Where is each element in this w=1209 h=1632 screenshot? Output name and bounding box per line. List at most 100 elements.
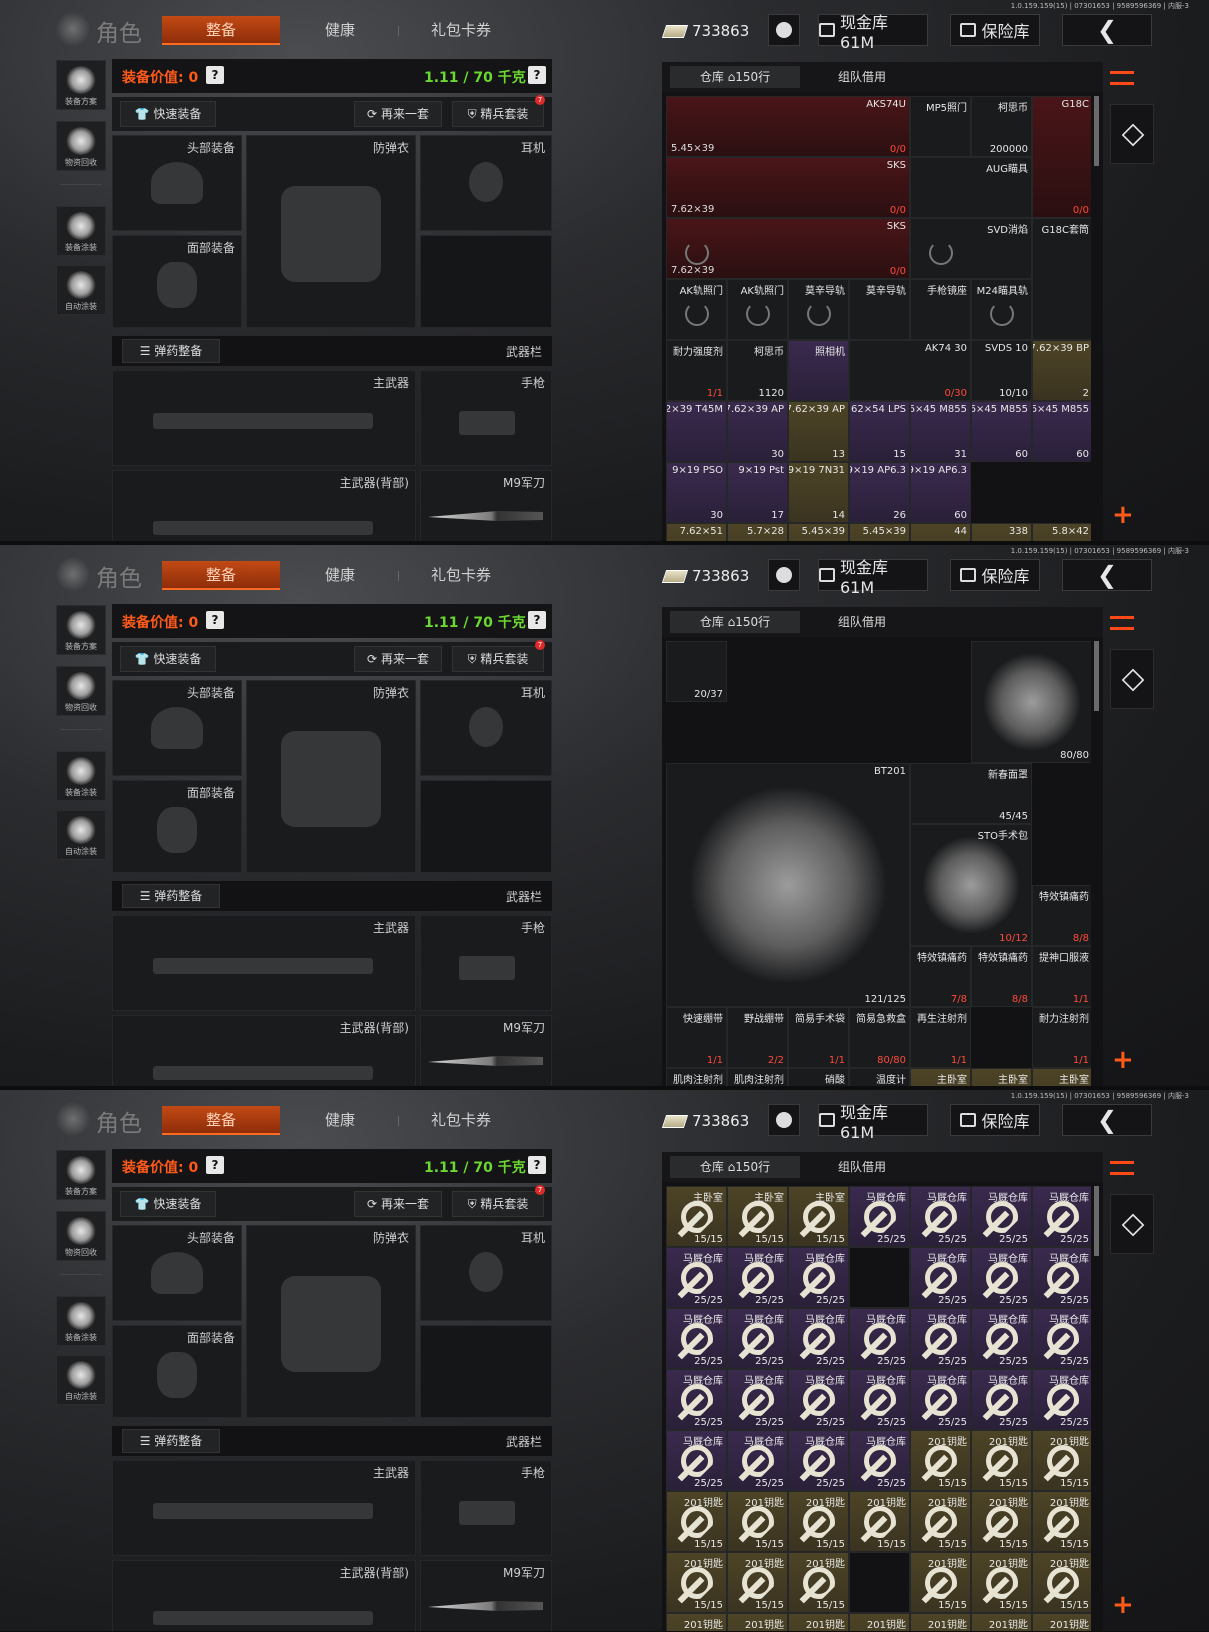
key-item[interactable]: 马厩仓库 25/25 — [1032, 1369, 1091, 1430]
storage-item[interactable]: MP5照门 — [910, 96, 971, 157]
quick-equip-button[interactable]: 👕 快速装备 — [120, 101, 216, 127]
tab-prepare[interactable]: 整备 — [162, 561, 280, 590]
stack-button[interactable] — [1110, 104, 1154, 164]
storage-item[interactable]: 简易手术袋 1/1 — [788, 1007, 849, 1068]
tab-storage[interactable]: 仓库 ⌂150行 — [670, 611, 800, 633]
storage-item[interactable]: 7.62×39 AP 30 — [727, 401, 788, 462]
equip-paint-button[interactable]: 装备涂装 — [56, 1296, 106, 1346]
storage-item[interactable]: 耐力注射剂 1/1 — [1032, 1007, 1091, 1068]
tab-storage[interactable]: 仓库 ⌂150行 — [670, 66, 800, 88]
storage-item[interactable]: 主卧室 — [971, 1068, 1032, 1086]
key-item[interactable]: 201钥匙 15/15 — [971, 1552, 1032, 1613]
key-item[interactable]: 201钥匙 15/15 — [910, 1552, 971, 1613]
key-item[interactable]: 马厩仓库 25/25 — [727, 1369, 788, 1430]
key-item[interactable]: 马厩仓库 25/25 — [971, 1308, 1032, 1369]
key-item[interactable]: 马厩仓库 25/25 — [910, 1247, 971, 1308]
storage-item[interactable]: STO手术包 10/12 — [910, 824, 1032, 946]
profile-button[interactable] — [768, 14, 800, 46]
storage-item[interactable]: 快速绷带 1/1 — [666, 1007, 727, 1068]
melee-slot[interactable]: M9军刀 — [420, 470, 552, 541]
key-item[interactable]: 马厩仓库 25/25 — [849, 1430, 910, 1491]
quick-equip-button[interactable]: 👕 快速装备 — [120, 646, 216, 672]
key-item[interactable]: 马厩仓库 25/25 — [788, 1369, 849, 1430]
storage-item[interactable]: SKS 7.62×39 0/0 — [666, 157, 910, 218]
ammo-sort-button[interactable]: ☰ 弹药整备 — [122, 339, 220, 363]
storage-item[interactable] — [849, 1247, 910, 1308]
storage-item[interactable]: 特效镇痛药 8/8 — [1032, 885, 1091, 946]
auto-paint-button[interactable]: 自动涂装 — [56, 810, 106, 860]
auto-paint-button[interactable]: 自动涂装 — [56, 265, 106, 315]
tab-prepare[interactable]: 整备 — [162, 1106, 280, 1135]
ammo-sort-button[interactable]: ☰ 弹药整备 — [122, 1429, 220, 1453]
head-gear-slot[interactable]: 头部装备 — [112, 135, 242, 231]
storage-item[interactable]: 再生注射剂 1/1 — [910, 1007, 971, 1068]
tab-health[interactable]: 健康 — [290, 16, 390, 45]
storage-item[interactable]: SVD消焰 — [910, 218, 1032, 279]
storage-item[interactable]: 莫辛导轨 — [788, 279, 849, 340]
storage-item[interactable]: 主卧室 — [1032, 1068, 1091, 1086]
tab-health[interactable]: 健康 — [290, 1106, 390, 1135]
stack-button[interactable] — [1110, 649, 1154, 709]
sort-refresh-button[interactable] — [1110, 1156, 1140, 1186]
item-recycle-button[interactable]: 物资回收 — [56, 121, 106, 171]
key-item[interactable]: 马厩仓库 25/25 — [1032, 1308, 1091, 1369]
key-item[interactable]: 马厩仓库 25/25 — [666, 1369, 727, 1430]
storage-item[interactable]: 柯思币 1120 — [727, 340, 788, 401]
key-item[interactable]: 马厩仓库 25/25 — [910, 1369, 971, 1430]
tab-team-borrow[interactable]: 组队借用 — [812, 611, 912, 633]
face-gear-slot[interactable]: 面部装备 — [112, 780, 242, 873]
head-gear-slot[interactable]: 头部装备 — [112, 1225, 242, 1321]
storage-item[interactable]: 201钥匙 — [727, 1613, 788, 1631]
key-item[interactable]: 马厩仓库 25/25 — [849, 1369, 910, 1430]
storage-item[interactable]: 手枪镜座 — [910, 279, 971, 340]
key-item[interactable]: 马厩仓库 25/25 — [788, 1308, 849, 1369]
storage-scrollbar[interactable] — [1094, 96, 1099, 166]
key-item[interactable]: 马厩仓库 25/25 — [971, 1369, 1032, 1430]
key-item[interactable]: 主卧室 15/15 — [727, 1186, 788, 1247]
storage-item[interactable]: 201钥匙 — [788, 1613, 849, 1631]
help-icon[interactable]: ? — [206, 66, 224, 84]
storage-item[interactable] — [849, 1552, 910, 1613]
back-button[interactable]: ❮ — [1062, 559, 1152, 591]
storage-scrollbar[interactable] — [1094, 1186, 1099, 1256]
storage-item[interactable]: 5.7×28 — [727, 523, 788, 541]
melee-slot[interactable]: M9军刀 — [420, 1015, 552, 1086]
earpiece-slot[interactable]: 耳机 — [420, 135, 552, 231]
primary-back-slot[interactable]: 主武器(背部) — [112, 1560, 416, 1631]
auto-paint-button[interactable]: 自动涂装 — [56, 1355, 106, 1405]
storage-item[interactable]: SKS 7.62×39 0/0 — [666, 218, 910, 279]
storage-item[interactable]: 9×19 7N31 14 — [788, 462, 849, 523]
profile-button[interactable] — [768, 1104, 800, 1136]
storage-item[interactable]: 201钥匙 — [849, 1613, 910, 1631]
key-item[interactable]: 201钥匙 15/15 — [666, 1491, 727, 1552]
storage-item[interactable]: 9×19 PSO 30 — [666, 462, 727, 523]
storage-item[interactable]: 9×19 Pst 17 — [727, 462, 788, 523]
key-item[interactable]: 马厩仓库 25/25 — [849, 1308, 910, 1369]
storage-item[interactable]: M24瞄具轨 — [971, 279, 1032, 340]
earpiece-slot[interactable]: 耳机 — [420, 1225, 552, 1321]
storage-item[interactable]: AUG瞄具 — [910, 157, 1032, 218]
key-item[interactable]: 201钥匙 15/15 — [788, 1491, 849, 1552]
storage-item[interactable]: 7.62×39 AP 13 — [788, 401, 849, 462]
key-item[interactable]: 马厩仓库 25/25 — [727, 1430, 788, 1491]
face-gear-slot[interactable]: 面部装备 — [112, 1325, 242, 1418]
storage-item[interactable]: 201钥匙 — [971, 1613, 1032, 1631]
earpiece-slot[interactable]: 耳机 — [420, 680, 552, 776]
key-item[interactable]: 201钥匙 15/15 — [1032, 1491, 1091, 1552]
melee-slot[interactable]: M9军刀 — [420, 1560, 552, 1631]
key-item[interactable]: 马厩仓库 25/25 — [910, 1186, 971, 1247]
storage-item[interactable]: 7.62×39 BP 2 — [1032, 340, 1091, 401]
key-item[interactable]: 马厩仓库 25/25 — [788, 1430, 849, 1491]
key-item[interactable]: 201钥匙 15/15 — [971, 1491, 1032, 1552]
storage-item[interactable]: SVDS 10 10/10 — [971, 340, 1032, 401]
key-item[interactable]: 201钥匙 15/15 — [1032, 1552, 1091, 1613]
loadout-plan-button[interactable]: 装备方案 — [56, 605, 106, 655]
pistol-slot[interactable]: 手枪 — [420, 915, 552, 1011]
storage-item[interactable]: AK轨照门 — [666, 279, 727, 340]
add-button[interactable]: + — [1112, 502, 1136, 528]
body-armor-slot[interactable]: 防弹衣 — [246, 680, 416, 873]
vault-button[interactable]: 保险库 — [950, 1104, 1040, 1136]
storage-item[interactable]: 照相机 — [788, 340, 849, 401]
storage-item[interactable]: 201钥匙 — [1032, 1613, 1091, 1631]
key-item[interactable]: 201钥匙 15/15 — [971, 1430, 1032, 1491]
